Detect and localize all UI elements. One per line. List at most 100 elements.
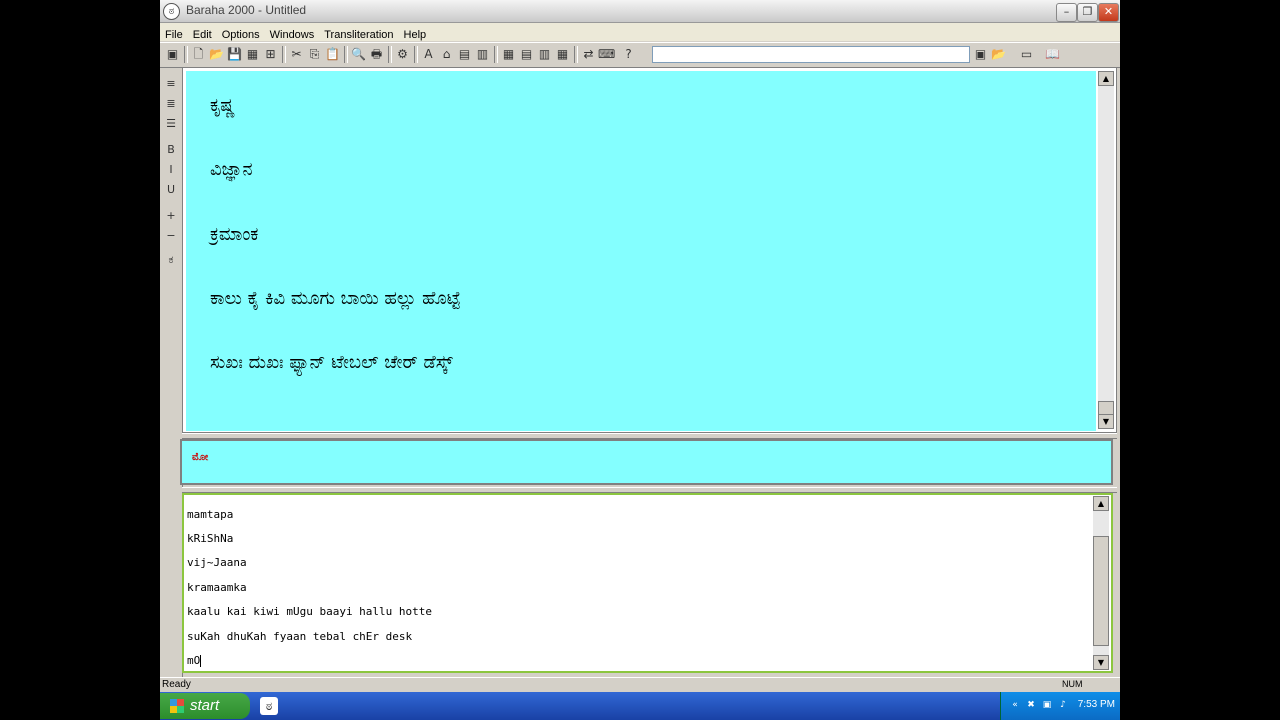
- document-icon[interactable]: ▣: [164, 46, 181, 63]
- input-line: kaalu kai kiwi mUgu baayi hallu hotte: [187, 605, 433, 618]
- editor-scrollbar[interactable]: ▲ ▼: [1098, 71, 1114, 429]
- kannada-line: ಕ್ರಮಾಂಕ: [210, 224, 259, 245]
- tray-arrow-icon[interactable]: «: [1009, 699, 1021, 711]
- preview-text: ಮೋ: [192, 452, 209, 463]
- input-line: suKah dhuKah fyaan tebal chEr desk: [187, 630, 413, 643]
- zoom-out-icon[interactable]: −: [163, 228, 179, 244]
- menu-bar: File Edit Options Windows Transliteration Hel…: [160, 23, 1120, 41]
- window-title: Baraha 2000 - Untitled: [186, 3, 307, 17]
- close-button[interactable]: ✕: [1098, 3, 1119, 22]
- dialog-icon[interactable]: ▭: [1018, 46, 1035, 63]
- scroll-down-icon[interactable]: ▼: [1098, 414, 1114, 429]
- scroll-thumb[interactable]: [1093, 536, 1109, 646]
- save-all-icon[interactable]: ▦: [244, 46, 261, 63]
- toolbar-separator: [184, 46, 188, 63]
- toolbar: ▣ 🗋 📂 💾 ▦ ⊞ ✂ ⎘ 📋 🔍 🖶 ⚙ A ⌂ ▤ ▥ ▦ ▤ ▥ ▦ …: [160, 42, 1120, 68]
- scroll-thumb[interactable]: [1098, 401, 1114, 415]
- toolbar-separator: [574, 46, 578, 63]
- settings-icon[interactable]: ▥: [474, 46, 491, 63]
- menu-windows[interactable]: Windows: [265, 27, 320, 41]
- status-text: Ready: [162, 679, 191, 690]
- bold-icon[interactable]: B: [163, 142, 179, 158]
- menu-help[interactable]: Help: [399, 27, 432, 41]
- home-icon[interactable]: ⌂: [438, 46, 455, 63]
- toolbar-separator: [414, 46, 418, 63]
- network-icon[interactable]: ⊞: [262, 46, 279, 63]
- baraha-window: ಠ Baraha 2000 - Untitled – ❐ ✕ File Edit O…: [160, 0, 1120, 720]
- font-icon[interactable]: A: [420, 46, 437, 63]
- menu-file[interactable]: File: [160, 27, 188, 41]
- tray-volume-icon[interactable]: ♪: [1057, 699, 1069, 711]
- open-icon[interactable]: 📂: [990, 46, 1007, 63]
- screen-icon[interactable]: ▤: [456, 46, 473, 63]
- left-toolbar: ≡ ≣ ☰ B I U + − ಕ: [160, 68, 183, 680]
- monitor-icon[interactable]: ▣: [972, 46, 989, 63]
- tray-security-icon[interactable]: ✖: [1025, 699, 1037, 711]
- app-icon[interactable]: ಠ: [163, 3, 180, 20]
- input-line: vij~Jaana: [187, 556, 247, 569]
- text-cursor: [200, 655, 202, 667]
- grid-icon[interactable]: ▦: [554, 46, 571, 63]
- kannada-text-area[interactable]: ಕೃಷ್ಣ ವಿಜ್ಞಾನ ಕ್ರಮಾಂಕ ಕಾಲು ಕೈ ಕಿವಿ ಮೂಗು …: [186, 71, 1096, 431]
- input-line: mamtapa: [187, 508, 234, 521]
- menu-edit[interactable]: Edit: [188, 27, 217, 41]
- book-icon[interactable]: 📖: [1044, 46, 1061, 63]
- input-line: kramaamka: [187, 581, 247, 594]
- window-cascade-icon[interactable]: ▤: [518, 46, 535, 63]
- print-icon[interactable]: 🖶: [368, 46, 385, 63]
- menu-transliteration[interactable]: Transliteration: [319, 27, 398, 41]
- save-icon[interactable]: 💾: [226, 46, 243, 63]
- copy-icon[interactable]: ⎘: [306, 46, 323, 63]
- kannada-line: ವಿಜ್ಞಾನ: [210, 159, 253, 180]
- window-tile-icon[interactable]: ▦: [500, 46, 517, 63]
- kannada-letter-icon[interactable]: ಕ: [163, 252, 179, 268]
- menu-options[interactable]: Options: [217, 27, 265, 41]
- kannada-line: ಸುಖಃ ದುಖಃ ಫ್ಯಾನ್ ಟೇಬಲ್ ಚೇರ್ ಡೆಸ್ಕ್: [210, 352, 453, 373]
- baraha-quicklaunch-icon[interactable]: ಠ: [260, 697, 278, 715]
- tray-network-icon[interactable]: ▣: [1041, 699, 1053, 711]
- start-button[interactable]: start: [160, 693, 250, 719]
- align-right-icon[interactable]: ☰: [163, 116, 179, 132]
- transliterate-icon[interactable]: ⇄: [580, 46, 597, 63]
- help-icon[interactable]: ?: [620, 46, 637, 63]
- system-tray: « ✖ ▣ ♪ 7:53 PM: [1000, 692, 1120, 720]
- toolbar-separator: [388, 46, 392, 63]
- input-line: kRiShNa: [187, 532, 234, 545]
- window-split-icon[interactable]: ▥: [536, 46, 553, 63]
- maximize-button[interactable]: ❐: [1077, 3, 1098, 22]
- num-lock-indicator: NUM: [1062, 679, 1083, 689]
- cut-icon[interactable]: ✂: [288, 46, 305, 63]
- kannada-line: ಕೃಷ್ಣ: [210, 95, 235, 116]
- taskbar: start ಠ « ✖ ▣ ♪ 7:53 PM: [160, 692, 1120, 720]
- scroll-up-icon[interactable]: ▲: [1098, 71, 1114, 86]
- toolbar-separator: [494, 46, 498, 63]
- input-current-line: mO: [187, 654, 202, 667]
- transliteration-input[interactable]: mamtapa kRiShNa vij~Jaana kramaamka kaal…: [182, 493, 1113, 673]
- input-scrollbar[interactable]: ▲ ▼: [1093, 496, 1109, 670]
- toolbar-separator: [282, 46, 286, 63]
- toolbar-separator: [344, 46, 348, 63]
- zoom-in-icon[interactable]: +: [163, 208, 179, 224]
- minimize-button[interactable]: –: [1056, 3, 1077, 22]
- scroll-up-icon[interactable]: ▲: [1093, 496, 1109, 511]
- preview-pane: ಮೋ: [180, 439, 1113, 485]
- input-line-text: mO: [187, 654, 201, 667]
- find-icon[interactable]: 🔍: [350, 46, 367, 63]
- italic-icon[interactable]: I: [163, 162, 179, 178]
- scroll-down-icon[interactable]: ▼: [1093, 655, 1109, 670]
- align-left-icon[interactable]: ≡: [163, 76, 179, 92]
- start-label: start: [190, 697, 220, 714]
- windows-logo-icon: [170, 699, 184, 714]
- align-center-icon[interactable]: ≣: [163, 96, 179, 112]
- underline-icon[interactable]: U: [163, 182, 179, 198]
- clock: 7:53 PM: [1077, 699, 1115, 710]
- paste-icon[interactable]: 📋: [324, 46, 341, 63]
- toolbar-text-field[interactable]: [652, 46, 970, 63]
- tools-icon[interactable]: ⚙: [394, 46, 411, 63]
- kannada-editor[interactable]: ಕೃಷ್ಣ ವಿಜ್ಞಾನ ಕ್ರಮಾಂಕ ಕಾಲು ಕೈ ಕಿವಿ ಮೂಗು …: [182, 67, 1117, 433]
- title-bar[interactable]: ಠ Baraha 2000 - Untitled – ❐ ✕: [160, 0, 1120, 23]
- new-file-icon[interactable]: 🗋: [190, 46, 207, 63]
- status-bar: Ready NUM: [160, 677, 1120, 693]
- keyboard-icon[interactable]: ⌨: [598, 46, 615, 63]
- open-folder-icon[interactable]: 📂: [208, 46, 225, 63]
